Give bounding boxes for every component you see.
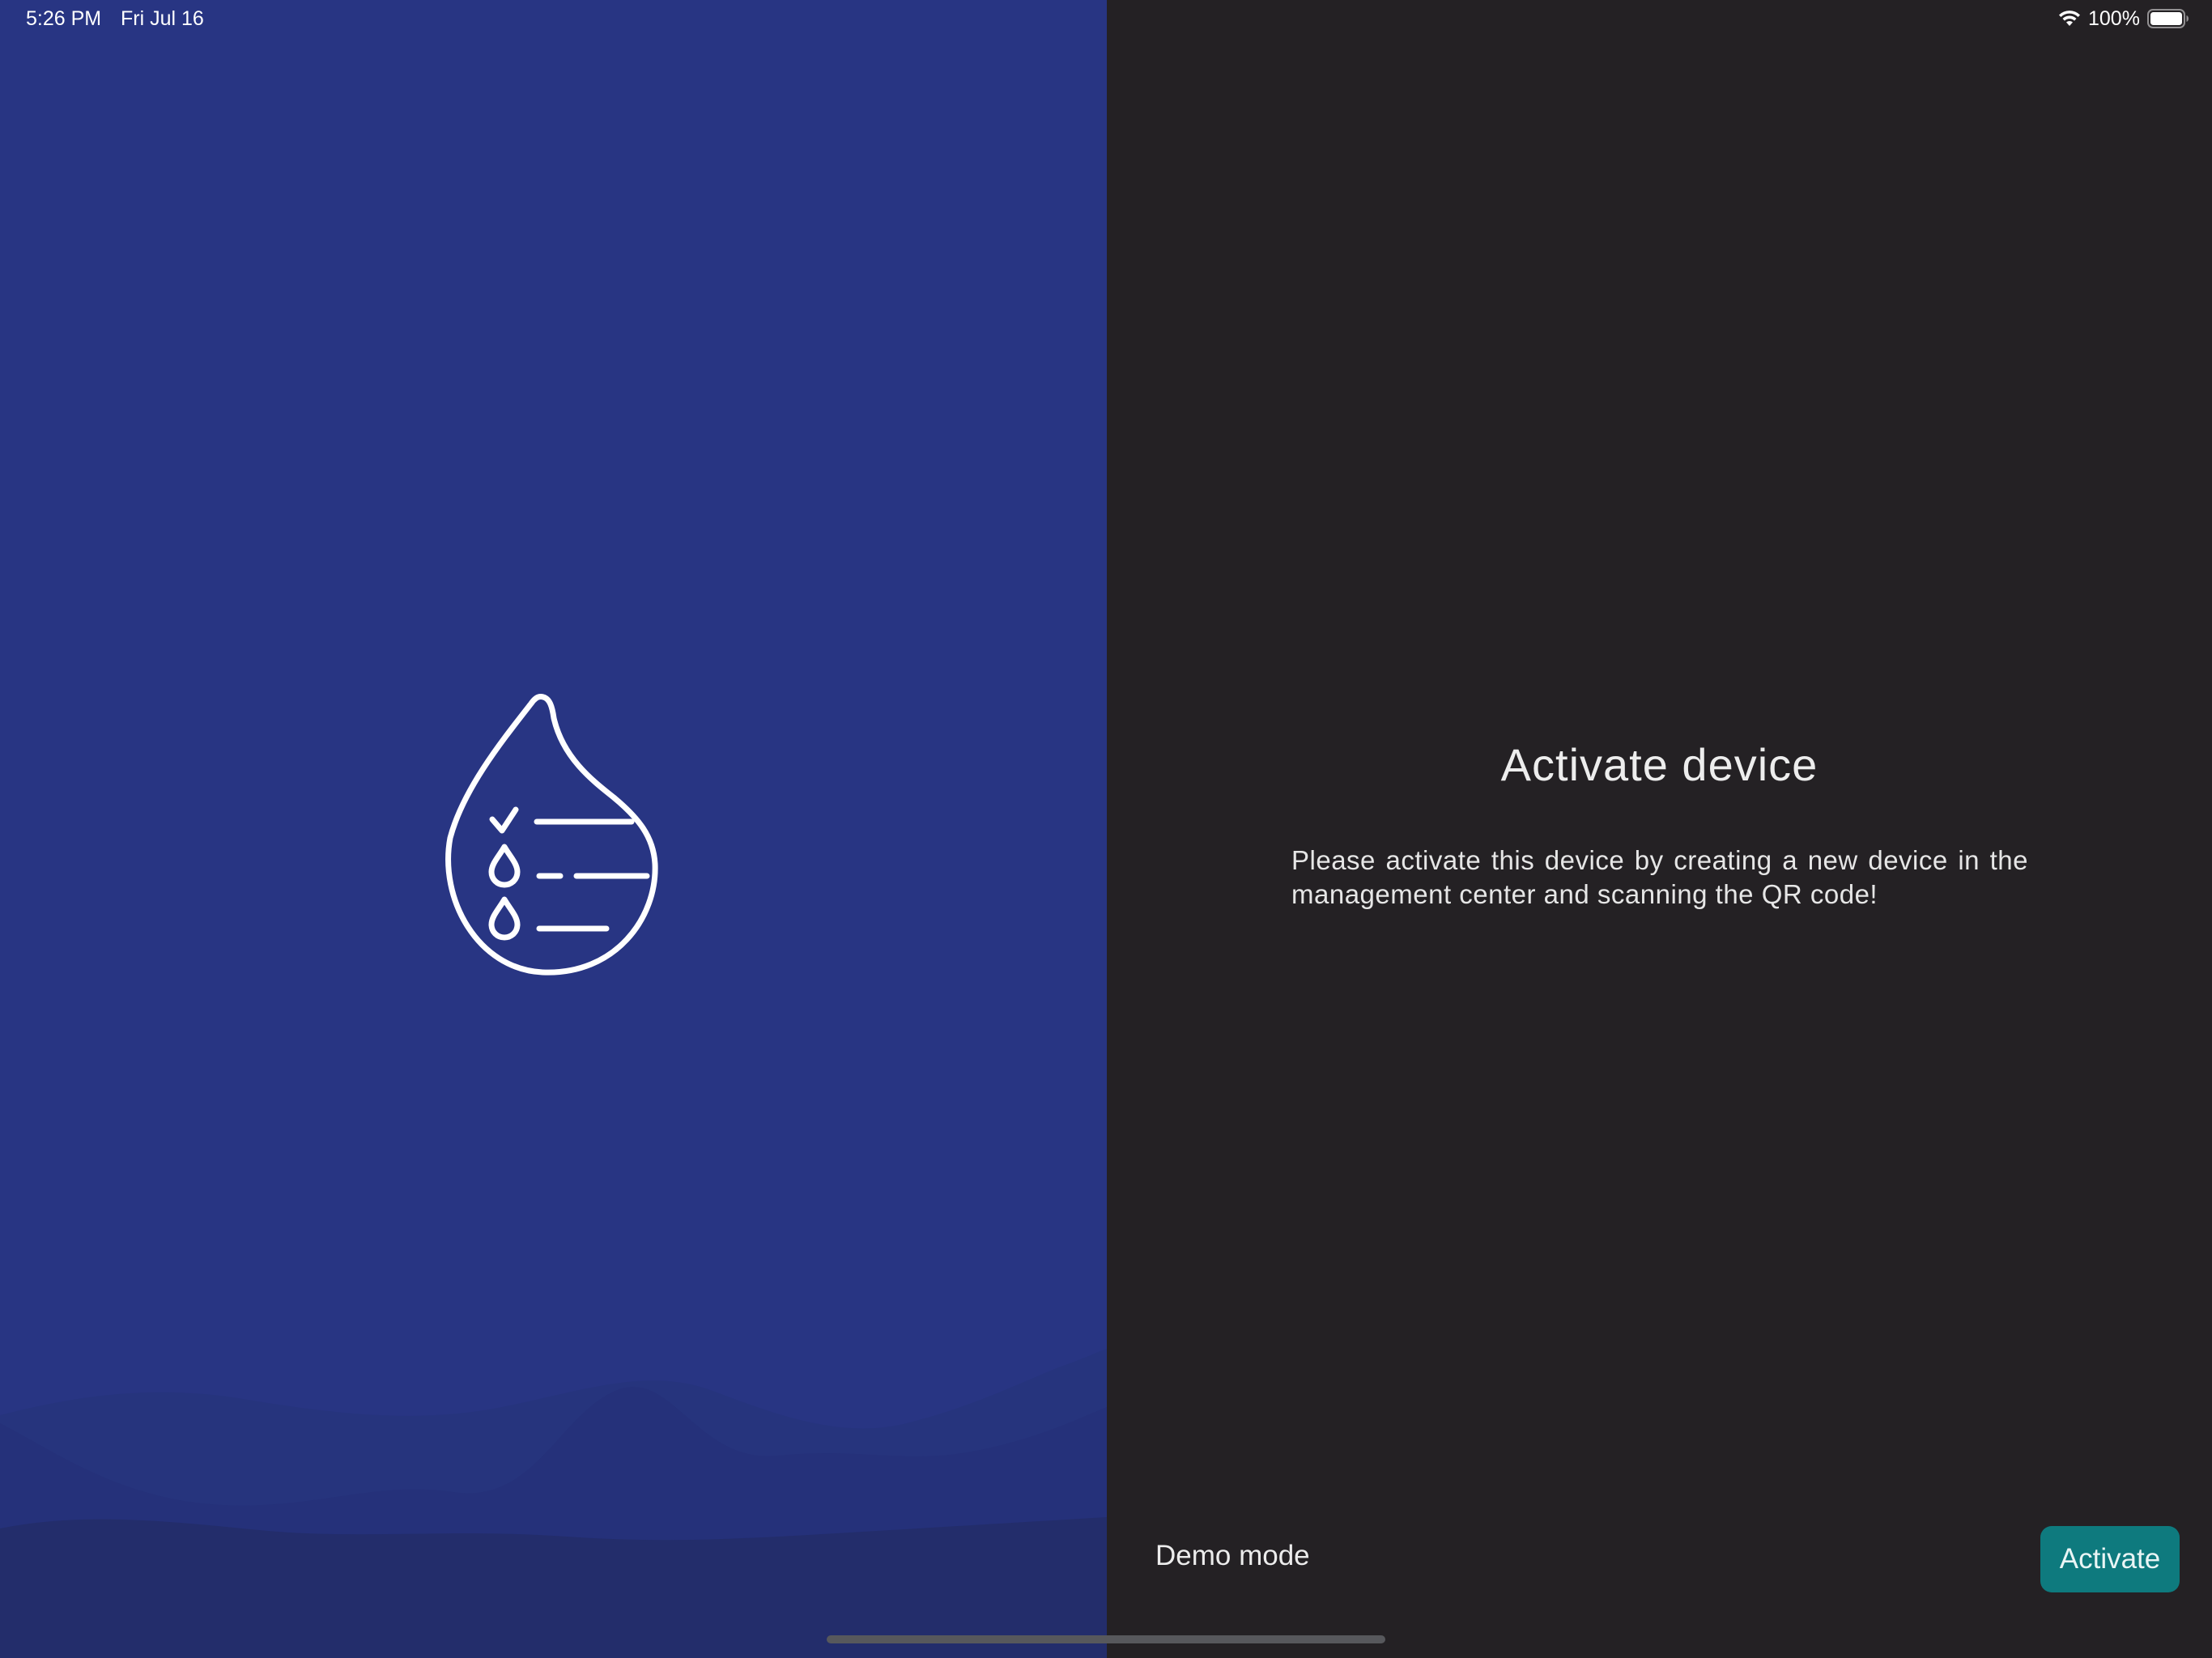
page-title: Activate device: [1500, 739, 1819, 790]
landscape-decoration: [0, 1349, 1107, 1658]
brand-panel: [0, 0, 1107, 1658]
water-drop-checklist-icon: [445, 694, 658, 976]
status-bar: 5:26 PM Fri Jul 16 100%: [0, 0, 2212, 39]
battery-full-icon: [2147, 9, 2189, 28]
activation-panel: Activate device Please activate this dev…: [1107, 0, 2212, 1658]
demo-mode-button[interactable]: Demo mode: [1155, 1540, 1310, 1572]
status-time: 5:26 PM: [26, 7, 102, 30]
battery-percentage: 100%: [2088, 7, 2140, 30]
status-date: Fri Jul 16: [121, 7, 204, 30]
activate-button[interactable]: Activate: [2040, 1526, 2180, 1592]
wifi-icon: [2059, 11, 2080, 26]
activation-instructions: Please activate this device by creating …: [1291, 845, 2028, 909]
home-indicator[interactable]: [827, 1635, 1385, 1643]
activation-screen: 5:26 PM Fri Jul 16 100% Activate device …: [0, 0, 2212, 1658]
